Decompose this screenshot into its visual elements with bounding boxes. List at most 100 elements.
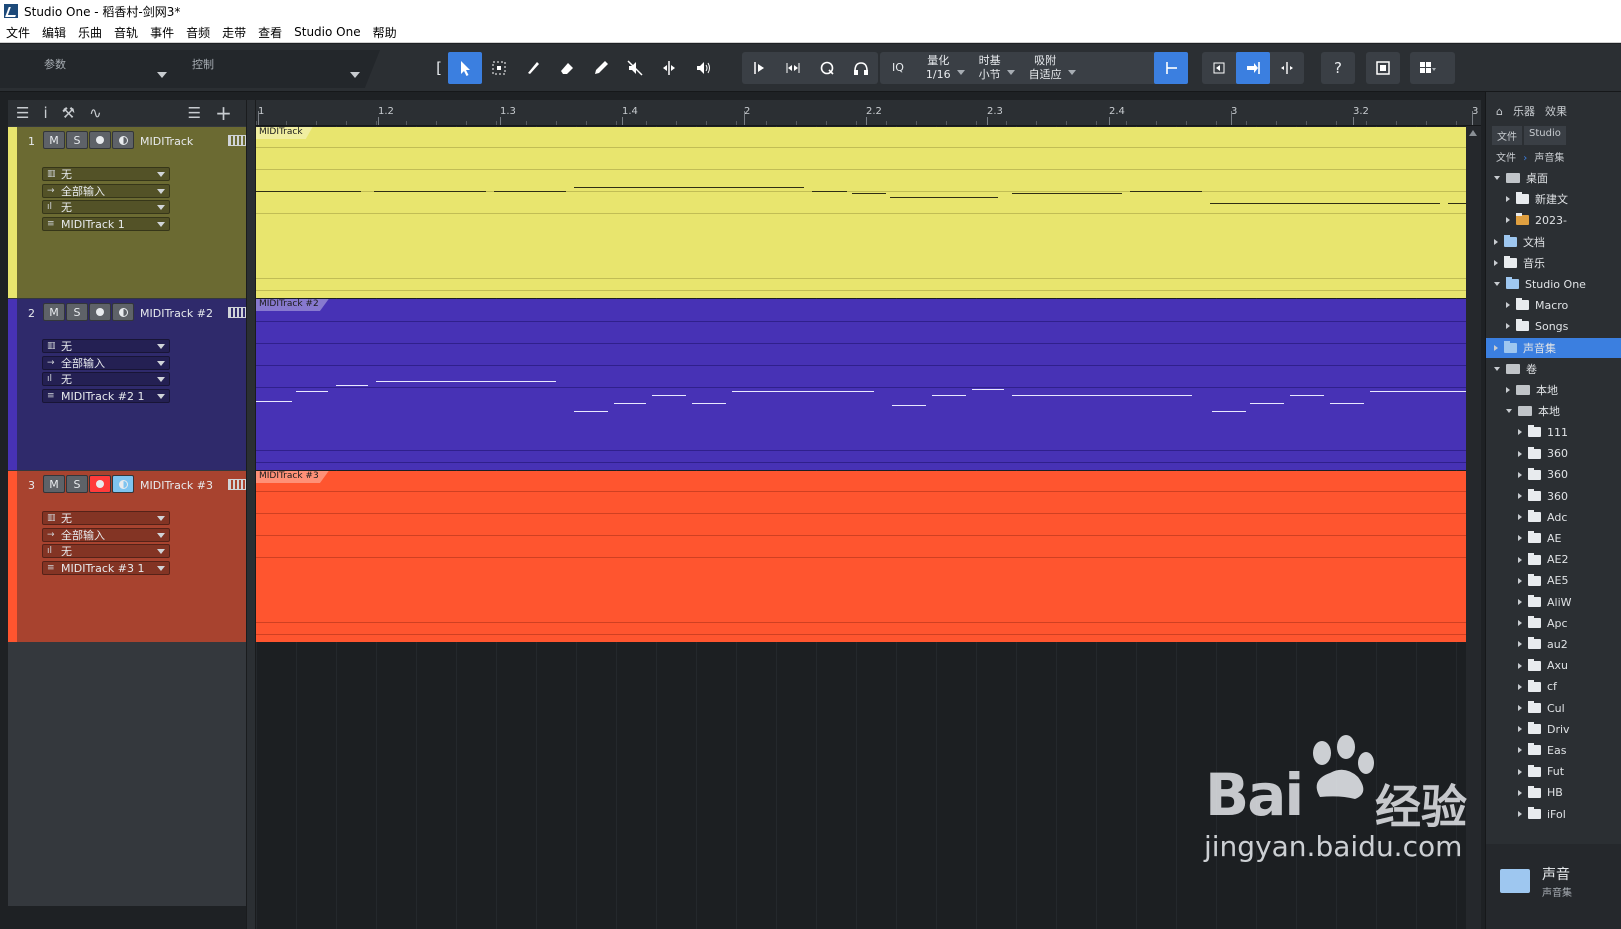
expand-closed-icon[interactable] (1518, 662, 1522, 669)
expand-closed-icon[interactable] (1518, 599, 1522, 605)
snap-selector[interactable]: 吸附 自适应 (1019, 52, 1080, 84)
tree-item[interactable]: AE (1486, 528, 1621, 548)
mute-button[interactable]: M (43, 303, 65, 321)
track-list-icon[interactable]: ☰ (188, 104, 201, 122)
channel-selector[interactable]: ≡ MIDITrack #2 1 (42, 389, 170, 403)
expand-closed-icon[interactable] (1518, 620, 1522, 627)
track-name[interactable]: MIDITrack #3 (140, 479, 213, 492)
expand-closed-icon[interactable] (1518, 493, 1522, 499)
breadcrumb-files[interactable]: 文件 (1496, 153, 1516, 164)
input-selector[interactable]: → 全部输入 (42, 528, 170, 542)
solo-button[interactable]: S (66, 131, 88, 149)
monitor-button[interactable] (112, 131, 134, 149)
solo-button[interactable]: S (66, 475, 88, 493)
mute-tool-button[interactable] (618, 52, 652, 84)
midi-note[interactable] (890, 197, 998, 198)
quantize-button[interactable] (810, 52, 844, 84)
tab-effects[interactable]: 效果 (1545, 103, 1567, 119)
output-selector[interactable]: ıl 无 (42, 544, 170, 558)
vertical-scrollbar[interactable] (1466, 126, 1481, 929)
track-lane-3[interactable]: MIDITrack #3 (256, 471, 1466, 642)
tree-item[interactable]: Macro (1486, 295, 1621, 315)
tree-item[interactable]: 本地 (1486, 401, 1621, 421)
channel-selector[interactable]: ≡ MIDITrack 1 (42, 217, 170, 231)
midi-note[interactable] (374, 191, 486, 192)
keyboard-icon[interactable] (228, 135, 246, 146)
midi-note[interactable] (1448, 203, 1466, 204)
midi-note[interactable] (296, 391, 328, 392)
midi-note[interactable] (1212, 411, 1246, 412)
clip-title[interactable]: MIDITrack #2 (256, 299, 329, 311)
midi-note[interactable] (494, 191, 566, 192)
midi-note[interactable] (852, 193, 886, 194)
snap-toggle-button[interactable] (1154, 52, 1188, 84)
expand-closed-icon[interactable] (1518, 747, 1522, 754)
expand-closed-icon[interactable] (1506, 323, 1510, 330)
midi-note[interactable] (1012, 395, 1192, 396)
midi-note[interactable] (1210, 203, 1440, 204)
clip-title[interactable]: MIDITrack #3 (256, 471, 329, 483)
tree-item[interactable]: Adc (1486, 507, 1621, 527)
tree-item[interactable]: Studio One (1486, 274, 1621, 294)
track-name[interactable]: MIDITrack #2 (140, 307, 213, 320)
record-arm-button[interactable] (89, 303, 111, 321)
midi-note[interactable] (336, 385, 368, 386)
expand-closed-icon[interactable] (1518, 726, 1522, 733)
expand-open-icon[interactable] (1494, 366, 1500, 371)
midi-note[interactable] (574, 187, 804, 188)
solo-button[interactable]: S (66, 303, 88, 321)
subtab-files[interactable]: 文件 (1492, 126, 1522, 145)
midi-note[interactable] (1370, 391, 1466, 392)
expand-closed-icon[interactable] (1494, 238, 1498, 245)
output-selector[interactable]: ıl 无 (42, 372, 170, 386)
midi-note[interactable] (732, 391, 874, 392)
tree-item[interactable]: 111 (1486, 422, 1621, 442)
bend-tool-button[interactable] (652, 52, 686, 84)
nudge-button[interactable] (742, 52, 776, 84)
midi-note[interactable] (932, 395, 966, 396)
midi-note[interactable] (574, 411, 608, 412)
midi-note[interactable] (256, 401, 292, 402)
tree-item[interactable]: 音乐 (1486, 253, 1621, 273)
arrow-tool-button[interactable] (448, 52, 482, 84)
midi-note[interactable] (376, 381, 556, 382)
video-button[interactable] (1366, 52, 1400, 84)
tree-item[interactable]: 文档 (1486, 232, 1621, 252)
info-icon[interactable]: i (43, 104, 47, 122)
loop-follow-button[interactable] (1202, 52, 1236, 84)
tree-item[interactable]: 2023- (1486, 210, 1621, 230)
menu-transport[interactable]: 走带 (222, 24, 246, 41)
midi-note[interactable] (892, 405, 926, 406)
menu-audio[interactable]: 音频 (186, 24, 210, 41)
menu-list-icon[interactable]: ☰ (16, 104, 29, 122)
midi-note[interactable] (1130, 191, 1202, 192)
tab-instruments[interactable]: 乐器 (1513, 103, 1535, 119)
column-divider[interactable] (246, 100, 256, 929)
midi-note[interactable] (972, 389, 1004, 390)
tree-item[interactable]: 本地 (1486, 380, 1621, 400)
expand-closed-icon[interactable] (1518, 556, 1522, 563)
tree-item[interactable]: iFol (1486, 804, 1621, 824)
expand-closed-icon[interactable] (1518, 535, 1522, 542)
monitor-button[interactable] (112, 303, 134, 321)
expand-closed-icon[interactable] (1506, 302, 1510, 309)
tree-item[interactable]: AE5 (1486, 571, 1621, 591)
midi-note[interactable] (1290, 395, 1324, 396)
tree-item[interactable]: au2 (1486, 634, 1621, 654)
add-track-icon[interactable]: + (215, 101, 232, 125)
tree-item[interactable]: Fut (1486, 762, 1621, 782)
subtab-studio[interactable]: Studio (1524, 126, 1566, 145)
tree-item[interactable]: 新建文 (1486, 189, 1621, 209)
range-tool-button[interactable] (482, 52, 516, 84)
mute-button[interactable]: M (43, 475, 65, 493)
automation-icon[interactable]: ∿ (89, 104, 102, 122)
track-header-3[interactable]: 3 M S MIDITrack #3 ▥ 无 → 全部输入 ıl 无 ≡ MIDITra… (8, 471, 246, 642)
menu-song[interactable]: 乐曲 (78, 24, 102, 41)
keyboard-icon[interactable] (228, 479, 246, 490)
tree-item[interactable]: 卷 (1486, 359, 1621, 379)
tree-item[interactable]: Songs (1486, 316, 1621, 336)
expand-closed-icon[interactable] (1506, 217, 1510, 224)
expand-closed-icon[interactable] (1494, 344, 1498, 351)
stretch-button[interactable] (776, 52, 810, 84)
midi-note[interactable] (614, 403, 646, 404)
